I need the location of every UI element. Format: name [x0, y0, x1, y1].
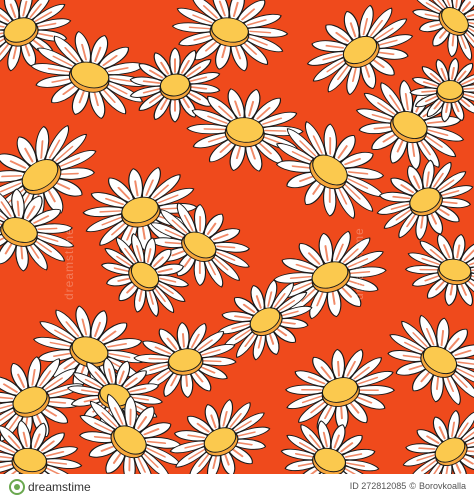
- stock-author: Borovkoalla: [418, 481, 466, 491]
- flower-center: [436, 80, 464, 100]
- petal-stripe: [421, 90, 438, 93]
- petal-stripe: [16, 200, 20, 217]
- petal-stripe: [58, 172, 79, 176]
- stock-id: ID 272812085: [349, 481, 407, 491]
- petal-stripe: [99, 210, 122, 213]
- petal-stripe: [1, 174, 22, 178]
- dreamstime-logo-text: dreamstime: [28, 480, 91, 494]
- petal-stripe: [148, 357, 169, 361]
- stock-credit: ID 272812085 © Borovkoalla: [349, 481, 466, 491]
- petal-stripe: [337, 360, 341, 377]
- dreamstime-logo: dreamstime: [9, 479, 91, 495]
- petal-stripe: [40, 140, 44, 159]
- image-canvas: dreamstime dreamstime dreamstime ID 2728…: [0, 0, 474, 500]
- petal-stripe: [418, 447, 436, 450]
- petal-stripe: [203, 128, 226, 131]
- watermark-text-right: dreamstime: [352, 227, 366, 300]
- petal-stripe: [181, 333, 185, 348]
- petal-stripe: [462, 87, 474, 90]
- petal-stripe: [201, 359, 222, 363]
- petal-stripe: [264, 129, 287, 132]
- watermark-text-left: dreamstime: [62, 227, 76, 300]
- petal-stripe: [37, 227, 58, 230]
